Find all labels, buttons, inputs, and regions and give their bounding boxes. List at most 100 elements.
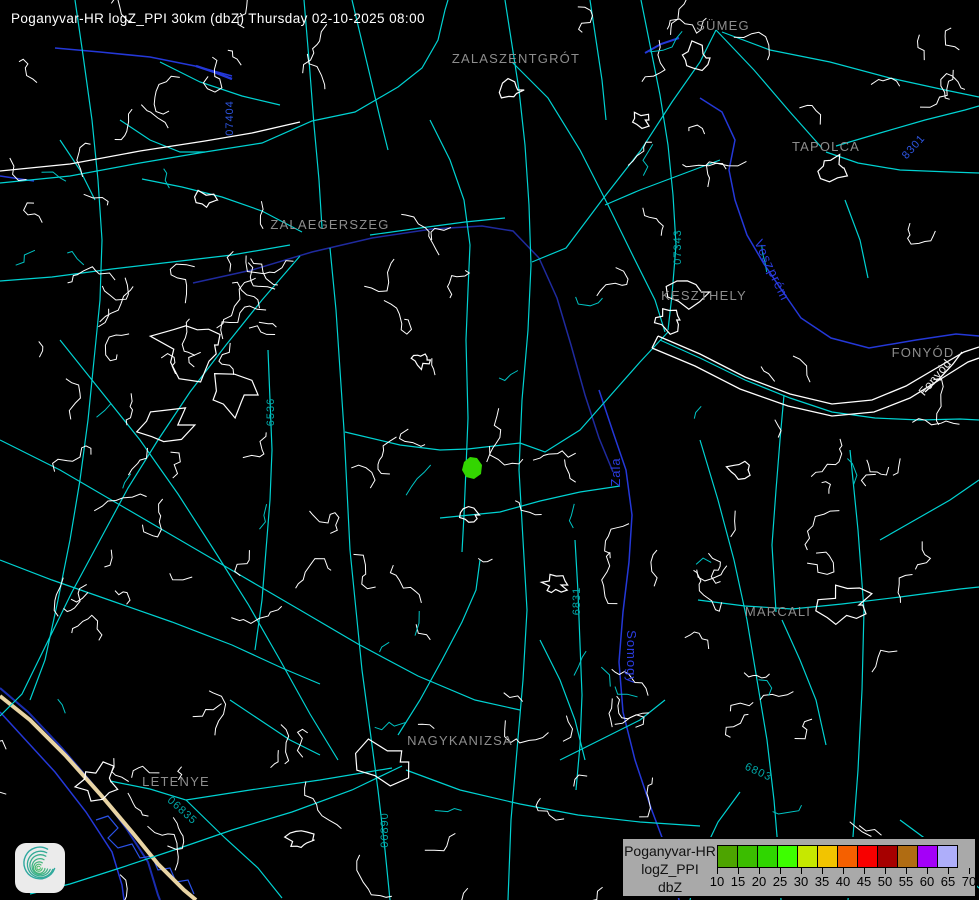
map-line [398,560,480,735]
map-line [576,297,603,306]
legend-color-cell [897,845,918,868]
map-line [186,768,392,800]
map-line [196,66,232,79]
map-line [563,716,573,742]
map-line [30,0,102,700]
legend-title: Poganyvar-HR logZ_PPI dbZ [623,842,717,896]
map-line [84,194,108,205]
road-number-label: 6536 [265,398,277,426]
road-number-label: 06890 [379,812,391,848]
map-line [66,379,81,420]
road-number-label: 6803 [743,761,774,784]
map-line [97,404,111,418]
map-line [0,778,6,797]
map-line [918,35,925,60]
map-line [126,393,132,425]
map-line [602,552,618,603]
map-line [235,550,250,576]
map-line [597,268,628,296]
legend-title-line: logZ_PPI [623,860,717,878]
map-line [219,343,234,375]
map-line [228,50,241,65]
map-line [694,406,701,418]
map-line [251,259,278,286]
map-line [167,817,183,849]
map-line [726,461,750,479]
map-line [0,739,6,750]
map-line [430,120,470,418]
legend-color-cell [817,845,838,868]
map-line [462,888,482,900]
map-line [731,511,736,537]
map-line [795,719,812,739]
map-line [697,566,727,581]
map-line [390,565,421,603]
legend-color-cell [937,845,958,868]
minor-features-layer [0,0,965,900]
map-line [772,395,784,612]
legend-title-line: Poganyvar-HR [623,842,717,860]
map-line [533,451,576,460]
map-line [515,501,541,515]
county-label: Somogy [624,630,639,684]
map-line [415,611,419,636]
map-line [297,729,307,757]
radar-screen: ZALASZENTGRÓTSÜMEGTAPOLCAZALAEGERSZEGKES… [0,0,979,900]
legend-color-cell [837,845,858,868]
map-line [189,352,201,367]
map-line [915,541,930,569]
map-line [872,650,897,672]
map-line [67,252,84,265]
map-line [19,59,37,82]
legend-title-line: dbZ [623,878,717,896]
map-line [418,724,434,728]
map-line [643,144,653,175]
map-line [72,615,102,640]
map-line [432,358,435,375]
map-line [671,0,688,35]
map-line [60,340,338,760]
map-line [259,322,277,327]
map-line [170,264,194,303]
map-line [435,809,462,812]
map-line [285,831,315,848]
map-line [0,122,300,171]
map-line [689,125,705,134]
city-label: ZALASZENTGRÓT [452,51,580,66]
city-label: SÜMEG [696,18,750,33]
map-line [639,778,652,817]
radar-echo-layer [462,457,482,479]
map-line [861,474,875,486]
map-line [330,248,390,900]
map-line [734,32,770,60]
legend-color-cell [777,845,798,868]
map-line [96,816,194,894]
map-line [170,573,192,580]
map-line [60,140,95,200]
map-line [685,632,709,649]
map-line [487,408,501,462]
map-line [700,98,979,348]
legend-colorbar [717,845,958,868]
map-line [574,775,587,786]
map-line [605,524,629,559]
map-line [822,482,831,494]
map-line [364,259,394,291]
map-line [628,142,652,165]
map-line [351,465,375,488]
map-line [945,28,959,50]
map-line [504,693,523,702]
map-line [605,160,720,205]
map-line [137,408,195,442]
city-label: KESZTHELY [661,288,747,303]
map-line [651,550,657,586]
road-number-label: 07404 [224,100,236,136]
map-line [700,440,781,900]
map-line [773,805,802,814]
map-line [448,270,470,298]
road-number-label: 07343 [672,229,684,265]
map-line [893,458,900,475]
radar-echo-cell [462,457,482,479]
map-line [706,161,746,187]
map-line [231,606,281,623]
